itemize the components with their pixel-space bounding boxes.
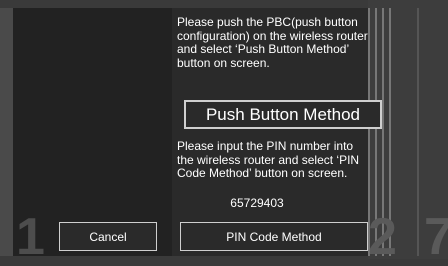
push-button-method-button[interactable]: Push Button Method — [184, 100, 382, 129]
pbc-instruction: Please push the PBC(push button configur… — [177, 15, 368, 70]
pin-instruction: Please input the PIN number into the wir… — [177, 139, 360, 180]
cancel-button[interactable]: Cancel — [59, 222, 157, 251]
pin-code-value: 65729403 — [230, 196, 284, 210]
left-edge-panel — [0, 8, 13, 256]
main-panel: Please push the PBC(push button configur… — [172, 8, 368, 256]
pin-code-method-button[interactable]: PIN Code Method — [180, 222, 368, 251]
background-number-1: 1 — [16, 208, 45, 266]
background-number-7: 7 — [424, 208, 448, 266]
stripe — [417, 8, 419, 256]
background-number-2: 2 — [368, 208, 397, 266]
